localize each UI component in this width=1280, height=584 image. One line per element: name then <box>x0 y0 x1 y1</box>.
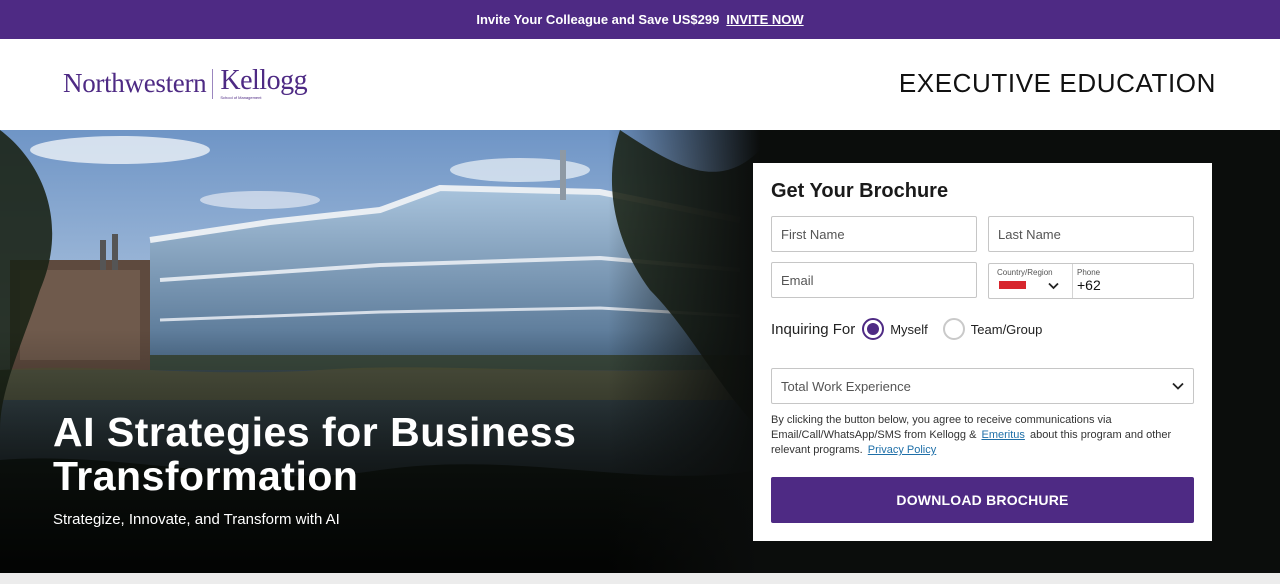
emeritus-link[interactable]: Emeritus <box>981 429 1024 441</box>
inquiring-for-group: Inquiring For Myself Team/Group <box>771 318 1057 340</box>
inquiring-for-label: Inquiring For <box>771 320 856 338</box>
phone-field: Country/Region Phone +62 <box>988 263 1194 299</box>
phone-code: +62 <box>1077 277 1101 293</box>
bottom-strip <box>0 573 1280 584</box>
radio-team-group-label: Team/Group <box>970 321 1043 337</box>
privacy-policy-link[interactable]: Privacy Policy <box>868 444 936 456</box>
campus-building-photo <box>0 130 760 573</box>
radio-myself[interactable]: Myself <box>862 318 928 340</box>
invite-now-link[interactable]: INVITE NOW <box>726 12 803 27</box>
logo-tagline: School of Management <box>220 95 262 100</box>
last-name-field[interactable] <box>988 216 1194 252</box>
email-input[interactable] <box>772 263 976 297</box>
phone-label: Phone <box>1077 268 1101 277</box>
logo-northwestern: Northwestern <box>63 68 207 98</box>
country-label: Country/Region <box>997 268 1053 277</box>
chevron-down-icon <box>1172 379 1184 393</box>
last-name-input[interactable] <box>989 217 1193 251</box>
download-brochure-button[interactable]: DOWNLOAD BROCHURE <box>771 477 1194 523</box>
phone-number-input[interactable]: Phone +62 <box>1073 264 1193 298</box>
first-name-input[interactable] <box>772 217 976 251</box>
kellogg-logo[interactable]: Northwestern Kellogg School of Managemen… <box>63 67 308 100</box>
promo-text: Invite Your Colleague and Save US$299 <box>476 12 720 27</box>
form-title: Get Your Brochure <box>771 180 949 202</box>
consent-text: By clicking the button below, you agree … <box>771 413 1181 458</box>
brochure-form: Get Your Brochure Country/Region Phone +… <box>753 163 1212 541</box>
work-experience-select[interactable]: Total Work Experience <box>771 368 1194 404</box>
radio-myself-label: Myself <box>890 321 928 337</box>
chevron-down-icon <box>1048 281 1059 293</box>
logo-kellogg-block: Kellogg School of Management <box>220 67 307 100</box>
country-flag-icon <box>999 281 1026 289</box>
country-select[interactable]: Country/Region <box>989 264 1073 298</box>
radio-team-group-indicator[interactable] <box>942 318 965 340</box>
logo-kellogg: Kellogg <box>220 65 308 96</box>
site-header: Northwestern Kellogg School of Managemen… <box>0 39 1280 130</box>
hero-title: AI Strategies for Business Transformatio… <box>53 409 577 499</box>
hero-subtitle: Strategize, Innovate, and Transform with… <box>53 511 340 528</box>
first-name-field[interactable] <box>771 216 977 252</box>
email-field[interactable] <box>771 262 977 298</box>
promo-bar: Invite Your Colleague and Save US$299 IN… <box>0 0 1280 39</box>
executive-education-title: EXECUTIVE EDUCATION <box>898 68 1216 98</box>
radio-myself-indicator[interactable] <box>862 318 885 340</box>
logo-divider <box>212 68 214 99</box>
radio-team-group[interactable]: Team/Group <box>942 318 1043 340</box>
work-experience-placeholder: Total Work Experience <box>781 379 911 394</box>
